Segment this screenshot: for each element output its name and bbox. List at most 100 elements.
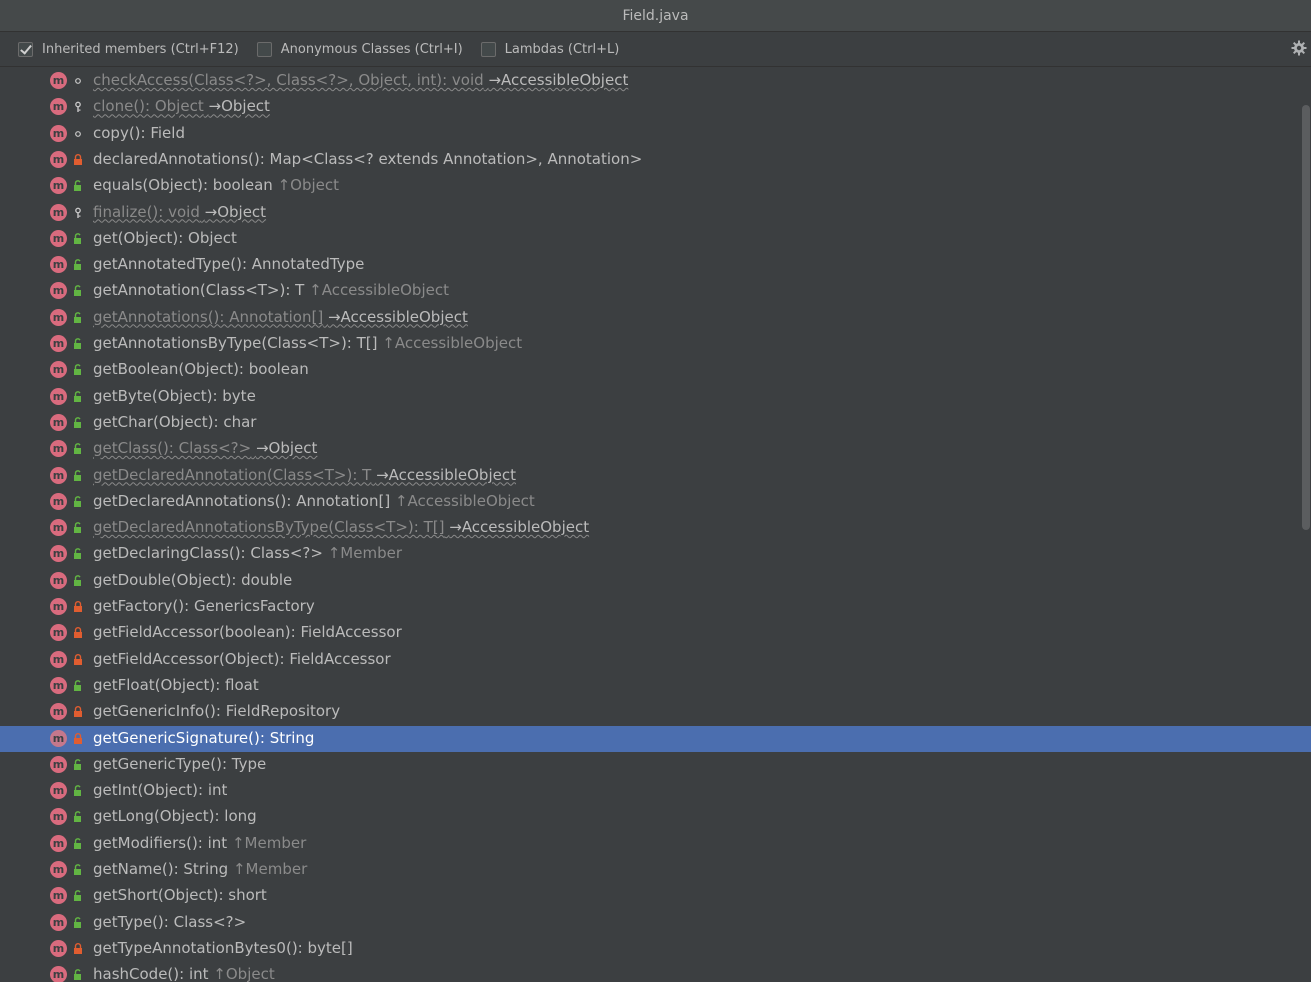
- member-row[interactable]: m getFloat(Object): float: [0, 673, 1311, 699]
- member-signature: getClass(): Class<?> →Object: [93, 439, 317, 457]
- inherited-from-label: →Object: [208, 97, 270, 116]
- private-lock-icon: [74, 601, 82, 612]
- member-row[interactable]: m getClass(): Class<?> →Object: [0, 436, 1311, 462]
- inherited-from-label: →AccessibleObject: [376, 465, 516, 484]
- member-signature: getDeclaringClass(): Class<?> ↑Member: [93, 544, 402, 562]
- member-row[interactable]: m get(Object): Object: [0, 226, 1311, 252]
- member-signature: finalize(): void →Object: [93, 203, 266, 221]
- member-row[interactable]: m getDeclaredAnnotation(Class<T>): T →Acc…: [0, 463, 1311, 489]
- member-row[interactable]: m getFieldAccessor(boolean): FieldAccesso…: [0, 620, 1311, 646]
- private-lock-icon: [74, 942, 82, 954]
- member-signature-text: clone(): Object: [93, 97, 204, 116]
- member-signature: getAnnotations(): Annotation[] →Accessib…: [93, 308, 468, 326]
- method-icon: m: [50, 650, 67, 668]
- public-lock-icon: [74, 364, 81, 376]
- member-signature-text: get(Object): Object: [93, 228, 237, 247]
- member-row[interactable]: m getByte(Object): byte: [0, 384, 1311, 410]
- member-signature-text: getGenericSignature(): String: [93, 728, 315, 747]
- inherited-from-label: →Object: [255, 439, 318, 458]
- member-signature-text: getLong(Object): long: [93, 807, 257, 826]
- member-signature-text: getType(): Class<?>: [93, 912, 247, 931]
- public-lock-icon: [74, 837, 81, 849]
- public-lock-icon: [74, 390, 81, 402]
- method-icon: m: [50, 203, 67, 221]
- public-lock-icon: [74, 232, 81, 244]
- member-signature-text: getTypeAnnotationBytes0(): byte[]: [93, 938, 353, 957]
- anonymous-classes-label: Anonymous Classes (Ctrl+I): [280, 41, 463, 57]
- inherited-members-checkbox[interactable]: [18, 41, 33, 57]
- member-row[interactable]: m getGenericInfo(): FieldRepository: [0, 699, 1311, 725]
- member-signature: getDeclaredAnnotation(Class<T>): T →Acce…: [93, 466, 516, 484]
- member-row[interactable]: m getFieldAccessor(Object): FieldAccessor: [0, 647, 1311, 673]
- member-row[interactable]: m getDeclaredAnnotations(): Annotation[] …: [0, 489, 1311, 515]
- member-row[interactable]: m equals(Object): boolean ↑Object: [0, 173, 1311, 199]
- member-row[interactable]: m getShort(Object): short: [0, 883, 1311, 909]
- lambdas-checkbox[interactable]: [480, 41, 496, 57]
- member-row[interactable]: m getAnnotations(): Annotation[] →Accessi…: [0, 305, 1311, 331]
- method-icon: m: [50, 308, 67, 326]
- member-row[interactable]: m getLong(Object): long: [0, 804, 1311, 830]
- member-row[interactable]: m getDeclaredAnnotationsByType(Class<T>):…: [0, 515, 1311, 541]
- method-icon: m: [50, 492, 67, 510]
- member-signature: getAnnotation(Class<T>): T ↑AccessibleOb…: [93, 281, 449, 299]
- member-signature-text: getFieldAccessor(Object): FieldAccessor: [93, 649, 391, 668]
- member-list[interactable]: m checkAccess(Class<?>, Class<?>, Object,…: [0, 67, 1311, 982]
- member-row[interactable]: m getChar(Object): char: [0, 410, 1311, 436]
- method-icon: m: [50, 755, 67, 773]
- protected-key-icon: [75, 207, 81, 218]
- member-row[interactable]: m getDouble(Object): double: [0, 568, 1311, 594]
- method-icon: m: [50, 676, 67, 694]
- member-signature: copy(): Field: [93, 124, 185, 142]
- member-signature: getDouble(Object): double: [93, 571, 292, 589]
- member-row[interactable]: m getType(): Class<?>: [0, 910, 1311, 936]
- member-signature-text: getBoolean(Object): boolean: [93, 360, 309, 379]
- member-row[interactable]: m getFactory(): GenericsFactory: [0, 594, 1311, 620]
- member-signature: getLong(Object): long: [93, 807, 257, 825]
- public-lock-icon: [74, 443, 81, 455]
- member-row[interactable]: m getAnnotation(Class<T>): T ↑AccessibleO…: [0, 278, 1311, 304]
- method-icon: m: [50, 150, 67, 168]
- inherited-members-option[interactable]: Inherited members (Ctrl+F12): [18, 41, 239, 57]
- member-signature: clone(): Object →Object: [93, 97, 270, 115]
- member-row[interactable]: m getBoolean(Object): boolean: [0, 357, 1311, 383]
- member-signature-text: getGenericType(): Type: [93, 754, 267, 773]
- member-signature-text: getFieldAccessor(boolean): FieldAccessor: [93, 623, 402, 642]
- member-signature-text: getDouble(Object): double: [93, 570, 293, 589]
- member-row[interactable]: m getDeclaringClass(): Class<?> ↑Member: [0, 541, 1311, 567]
- member-row[interactable]: m copy(): Field: [0, 121, 1311, 147]
- lambdas-option[interactable]: Lambdas (Ctrl+L): [480, 41, 619, 57]
- member-row[interactable]: m getTypeAnnotationBytes0(): byte[]: [0, 936, 1311, 962]
- member-signature: getDeclaredAnnotations(): Annotation[] ↑…: [93, 492, 535, 510]
- member-signature-text: getClass(): Class<?>: [93, 439, 252, 458]
- member-row[interactable]: m hashCode(): int ↑Object: [0, 962, 1311, 982]
- member-row[interactable]: m getAnnotatedType(): AnnotatedType: [0, 252, 1311, 278]
- member-signature: getChar(Object): char: [93, 413, 256, 431]
- inherited-from-label: →Object: [204, 202, 267, 221]
- member-row[interactable]: m getAnnotationsByType(Class<T>): T[] ↑Ac…: [0, 331, 1311, 357]
- method-icon: m: [50, 729, 67, 747]
- public-lock-icon: [74, 338, 81, 349]
- member-row[interactable]: m declaredAnnotations(): Map<Class<? exte…: [0, 147, 1311, 173]
- member-row[interactable]: m getGenericType(): Type: [0, 752, 1311, 778]
- inherited-from-label: ↑Object: [213, 965, 275, 982]
- method-icon: m: [50, 413, 67, 431]
- member-signature: getFieldAccessor(boolean): FieldAccessor: [93, 623, 402, 641]
- method-icon: m: [50, 571, 67, 589]
- member-row[interactable]: m getName(): String ↑Member: [0, 857, 1311, 883]
- member-row[interactable]: m finalize(): void →Object: [0, 200, 1311, 226]
- anonymous-classes-option[interactable]: Anonymous Classes (Ctrl+I): [256, 41, 463, 57]
- vertical-scrollbar[interactable]: [1302, 105, 1310, 530]
- member-row[interactable]: m getInt(Object): int: [0, 778, 1311, 804]
- member-signature: getShort(Object): short: [93, 886, 267, 904]
- member-row[interactable]: m clone(): Object →Object: [0, 94, 1311, 120]
- member-row[interactable]: m checkAccess(Class<?>, Class<?>, Object,…: [0, 68, 1311, 94]
- member-row[interactable]: m getGenericSignature(): String: [0, 725, 1311, 752]
- anonymous-classes-checkbox[interactable]: [256, 41, 272, 57]
- member-signature: getByte(Object): byte: [93, 387, 256, 405]
- method-icon: m: [50, 335, 67, 352]
- protected-key-icon: [75, 101, 81, 113]
- member-row[interactable]: m getModifiers(): int ↑Member: [0, 831, 1311, 857]
- gear-icon[interactable]: [1291, 40, 1307, 56]
- member-signature-text: getFactory(): GenericsFactory: [93, 597, 315, 615]
- member-signature-text: getChar(Object): char: [93, 412, 257, 431]
